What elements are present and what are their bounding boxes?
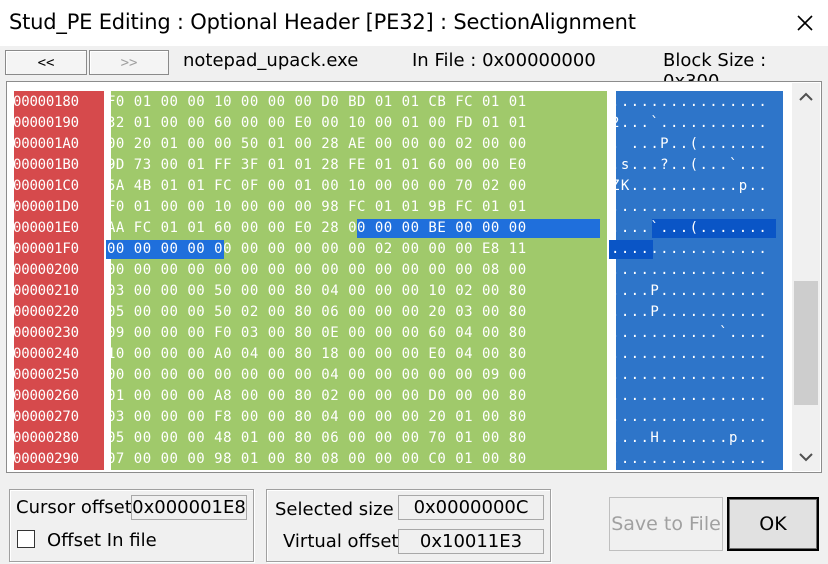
hex-row[interactable]: F0 01 00 00 10 00 00 00 D0 BD 01 01 CB F…	[107, 92, 527, 113]
hex-row[interactable]: 32 01 00 00 60 00 00 E0 00 10 00 01 00 F…	[107, 113, 527, 134]
scroll-up-button[interactable]	[792, 83, 820, 111]
offset-row[interactable]: 00000230	[13, 323, 79, 344]
hex-row[interactable]: 05 00 00 00 48 01 00 80 06 00 00 00 70 0…	[107, 428, 527, 449]
window-title: Stud_PE Editing : Optional Header [PE32]…	[9, 10, 636, 34]
vertical-scrollbar[interactable]	[792, 83, 820, 471]
ascii-row[interactable]: ....P...........	[611, 281, 768, 302]
ascii-row[interactable]: ....P...........	[611, 302, 768, 323]
previous-button[interactable]: <<	[5, 50, 87, 75]
offset-row[interactable]: 000001B0	[13, 155, 79, 176]
ascii-row[interactable]: ................	[611, 344, 768, 365]
offset-row[interactable]: 00000220	[13, 302, 79, 323]
offset-row[interactable]: 00000280	[13, 428, 79, 449]
offset-row[interactable]: 00000270	[13, 407, 79, 428]
hex-row[interactable]: 00 00 00 00 00 00 00 00 00 00 02 00 00 0…	[107, 239, 527, 260]
chevron-down-icon	[799, 453, 813, 462]
hex-row[interactable]: 05 00 00 00 50 02 00 80 06 00 00 00 20 0…	[107, 302, 527, 323]
next-button[interactable]: >>	[89, 50, 169, 75]
ascii-row[interactable]: ................	[611, 386, 768, 407]
virtual-offset-label: Virtual offset :	[283, 531, 411, 552]
ascii-char-list[interactable]: ................ 2...`............ ...P..…	[611, 92, 768, 470]
cursor-offset-label: Cursor offset :	[16, 497, 144, 518]
save-to-file-button[interactable]: Save to File	[609, 497, 723, 551]
ascii-row[interactable]: ZK...........p..	[611, 176, 768, 197]
virtual-offset-field[interactable]: 0x10011E3	[398, 529, 544, 554]
in-file-offset: In File : 0x00000000	[412, 50, 596, 71]
offset-row[interactable]: 00000250	[13, 365, 79, 386]
hex-row[interactable]: 9D 73 00 01 FF 3F 01 01 28 FE 01 01 60 0…	[107, 155, 527, 176]
offset-row[interactable]: 000001E0	[13, 218, 79, 239]
cursor-offset-field[interactable]: 0x000001E8	[131, 495, 247, 520]
hex-row[interactable]: 00 00 00 00 00 00 00 00 04 00 00 00 00 0…	[107, 365, 527, 386]
offset-in-file-label[interactable]: Offset In file	[47, 530, 157, 551]
hex-row[interactable]: 00 00 00 00 00 00 00 00 00 00 00 00 00 0…	[107, 260, 527, 281]
hex-row[interactable]: 03 00 00 00 F8 00 00 80 04 00 00 00 20 0…	[107, 407, 527, 428]
offset-row[interactable]: 00000190	[13, 113, 79, 134]
offset-row[interactable]: 00000200	[13, 260, 79, 281]
offset-row[interactable]: 000001D0	[13, 197, 79, 218]
ascii-row[interactable]: 2...`...........	[611, 113, 768, 134]
offset-list: 00000180 00000190 000001A0 000001B0 000001C0…	[13, 92, 79, 470]
ascii-row[interactable]: .s...?..(...`...	[611, 155, 768, 176]
close-button[interactable]	[782, 0, 828, 46]
hex-byte-list[interactable]: F0 01 00 00 10 00 00 00 D0 BD 01 01 CB F…	[107, 92, 527, 470]
close-icon	[797, 15, 813, 31]
hex-row[interactable]: 09 00 00 00 F0 03 00 80 0E 00 00 00 60 0…	[107, 323, 527, 344]
hex-row[interactable]: 01 00 00 00 A8 00 00 80 02 00 00 00 D0 0…	[107, 386, 527, 407]
ok-button[interactable]: OK	[727, 497, 819, 551]
file-name: notepad_upack.exe	[183, 50, 359, 71]
ascii-row[interactable]: . ...P..(.......	[611, 134, 768, 155]
ascii-row[interactable]: ....H.......p...	[611, 428, 768, 449]
selected-size-label: Selected size :	[275, 499, 406, 520]
ascii-row[interactable]: ................	[611, 197, 768, 218]
hex-row[interactable]: F0 01 00 00 10 00 00 00 98 FC 01 01 9B F…	[107, 197, 527, 218]
ascii-row[interactable]: ................	[611, 260, 768, 281]
offset-row[interactable]: 00000240	[13, 344, 79, 365]
offset-row[interactable]: 00000260	[13, 386, 79, 407]
ascii-row[interactable]: ................	[611, 365, 768, 386]
offset-row[interactable]: 000001A0	[13, 134, 79, 155]
scroll-thumb[interactable]	[794, 281, 818, 405]
hex-row[interactable]: 10 00 00 00 A0 04 00 80 18 00 00 00 E0 0…	[107, 344, 527, 365]
offset-row[interactable]: 00000290	[13, 449, 79, 470]
offset-in-file-checkbox[interactable]	[17, 530, 35, 548]
hex-row[interactable]: AA FC 01 01 60 00 00 E0 28 00 00 00 BE 0…	[107, 218, 527, 239]
title-bar: Stud_PE Editing : Optional Header [PE32]…	[0, 0, 828, 46]
ascii-row[interactable]: ...........`....	[611, 323, 768, 344]
selected-size-field[interactable]: 0x0000000C	[398, 495, 544, 520]
hex-row[interactable]: 00 20 01 00 00 50 01 00 28 AE 00 00 00 0…	[107, 134, 527, 155]
ascii-row[interactable]: ................	[611, 239, 768, 260]
ascii-row[interactable]: ................	[611, 449, 768, 470]
ascii-row[interactable]: ................	[611, 407, 768, 428]
hex-row[interactable]: 03 00 00 00 50 00 00 80 04 00 00 00 10 0…	[107, 281, 527, 302]
offset-row[interactable]: 00000210	[13, 281, 79, 302]
hex-row[interactable]: 07 00 00 00 98 01 00 80 08 00 00 00 C0 0…	[107, 449, 527, 470]
ascii-row[interactable]: ....`...(.......	[611, 218, 768, 239]
scroll-down-button[interactable]	[792, 443, 820, 471]
ascii-row[interactable]: ................	[611, 92, 768, 113]
offset-row[interactable]: 000001C0	[13, 176, 79, 197]
hex-row[interactable]: 5A 4B 01 01 FC 0F 00 01 00 10 00 00 00 7…	[107, 176, 527, 197]
offset-row[interactable]: 00000180	[13, 92, 79, 113]
chevron-up-icon	[799, 92, 813, 101]
offset-row[interactable]: 000001F0	[13, 239, 79, 260]
